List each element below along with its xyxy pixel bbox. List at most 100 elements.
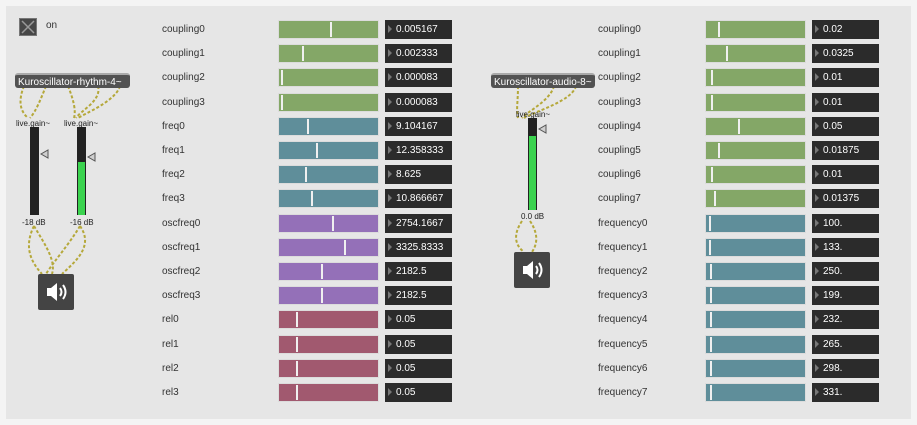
parameter-slider[interactable] (705, 68, 806, 88)
parameter-slider[interactable] (705, 334, 806, 354)
slider-knob[interactable] (711, 167, 713, 183)
slider-knob[interactable] (718, 22, 720, 37)
parameter-slider[interactable] (278, 310, 379, 330)
parameter-slider[interactable] (705, 286, 806, 306)
gain-meter-audio[interactable] (528, 118, 537, 210)
slider-knob[interactable] (714, 191, 716, 207)
slider-knob[interactable] (711, 94, 713, 110)
slider-knob[interactable] (710, 336, 712, 352)
number-box[interactable]: 0.000083 (385, 92, 452, 112)
parameter-slider[interactable] (278, 189, 379, 209)
parameter-slider[interactable] (705, 20, 806, 39)
gain-handle-icon[interactable] (87, 152, 96, 162)
slider-knob[interactable] (718, 143, 720, 158)
slider-knob[interactable] (307, 118, 309, 134)
slider-knob[interactable] (316, 143, 318, 158)
number-box[interactable]: 232. (812, 310, 879, 330)
number-box[interactable]: 0.01375 (812, 189, 879, 209)
parameter-slider[interactable] (278, 92, 379, 112)
parameter-slider[interactable] (705, 116, 806, 136)
dac-button-left[interactable] (38, 274, 74, 310)
number-box[interactable]: 250. (812, 262, 879, 281)
slider-knob[interactable] (711, 70, 713, 86)
number-box[interactable]: 0.05 (385, 310, 452, 330)
slider-knob[interactable] (710, 288, 712, 304)
number-box[interactable]: 0.01 (812, 68, 879, 88)
slider-knob[interactable] (281, 70, 283, 86)
slider-knob[interactable] (321, 264, 323, 279)
number-box[interactable]: 0.05 (385, 358, 452, 378)
number-box[interactable]: 0.05 (812, 116, 879, 136)
slider-knob[interactable] (726, 46, 728, 62)
gain-handle-icon[interactable] (538, 124, 547, 134)
number-box[interactable]: 0.002333 (385, 44, 452, 64)
slider-knob[interactable] (710, 360, 712, 376)
parameter-slider[interactable] (705, 310, 806, 330)
number-box[interactable]: 0.01 (812, 165, 879, 185)
parameter-slider[interactable] (278, 20, 379, 39)
number-box[interactable]: 0.05 (385, 383, 452, 402)
slider-knob[interactable] (738, 118, 740, 134)
number-box[interactable]: 2754.1667 (385, 213, 452, 233)
parameter-slider[interactable] (278, 358, 379, 378)
number-box[interactable]: 0.02 (812, 20, 879, 39)
slider-knob[interactable] (710, 385, 712, 400)
slider-knob[interactable] (296, 312, 298, 328)
slider-knob[interactable] (296, 385, 298, 400)
gain-handle-icon[interactable] (40, 149, 49, 159)
slider-knob[interactable] (710, 264, 712, 279)
parameter-slider[interactable] (705, 44, 806, 64)
number-box[interactable]: 2182.5 (385, 286, 452, 306)
slider-knob[interactable] (296, 336, 298, 352)
number-box[interactable]: 0.01875 (812, 141, 879, 160)
slider-knob[interactable] (311, 191, 313, 207)
dac-button-audio[interactable] (514, 252, 550, 288)
parameter-slider[interactable] (278, 44, 379, 64)
slider-knob[interactable] (302, 46, 304, 62)
number-box[interactable]: 298. (812, 358, 879, 378)
object-box-rhythm[interactable]: Kuroscillator-rhythm-4~ (15, 73, 130, 88)
parameter-slider[interactable] (278, 165, 379, 185)
parameter-slider[interactable] (705, 358, 806, 378)
number-box[interactable]: 100. (812, 213, 879, 233)
parameter-slider[interactable] (705, 92, 806, 112)
parameter-slider[interactable] (278, 68, 379, 88)
gain-meter-left-1[interactable] (30, 127, 39, 215)
slider-knob[interactable] (332, 215, 334, 231)
power-toggle[interactable] (19, 18, 37, 36)
parameter-slider[interactable] (278, 262, 379, 281)
slider-knob[interactable] (709, 239, 711, 255)
parameter-slider[interactable] (278, 334, 379, 354)
parameter-slider[interactable] (705, 383, 806, 402)
number-box[interactable]: 0.0325 (812, 44, 879, 64)
slider-knob[interactable] (281, 94, 283, 110)
slider-knob[interactable] (709, 215, 711, 231)
parameter-slider[interactable] (278, 213, 379, 233)
number-box[interactable]: 9.104167 (385, 116, 452, 136)
number-box[interactable]: 0.000083 (385, 68, 452, 88)
parameter-slider[interactable] (705, 189, 806, 209)
object-box-audio[interactable]: Kuroscillator-audio-8~ (491, 73, 595, 88)
parameter-slider[interactable] (278, 383, 379, 402)
slider-knob[interactable] (344, 239, 346, 255)
parameter-slider[interactable] (705, 237, 806, 257)
parameter-slider[interactable] (705, 213, 806, 233)
parameter-slider[interactable] (705, 141, 806, 160)
number-box[interactable]: 199. (812, 286, 879, 306)
slider-knob[interactable] (710, 312, 712, 328)
parameter-slider[interactable] (705, 262, 806, 281)
number-box[interactable]: 265. (812, 334, 879, 354)
number-box[interactable]: 0.005167 (385, 20, 452, 39)
number-box[interactable]: 8.625 (385, 165, 452, 185)
slider-knob[interactable] (305, 167, 307, 183)
gain-meter-left-2[interactable] (77, 127, 86, 215)
number-box[interactable]: 2182.5 (385, 262, 452, 281)
number-box[interactable]: 12.358333 (385, 141, 452, 160)
number-box[interactable]: 331. (812, 383, 879, 402)
number-box[interactable]: 0.01 (812, 92, 879, 112)
slider-knob[interactable] (321, 288, 323, 304)
parameter-slider[interactable] (278, 237, 379, 257)
parameter-slider[interactable] (278, 286, 379, 306)
number-box[interactable]: 3325.8333 (385, 237, 452, 257)
parameter-slider[interactable] (705, 165, 806, 185)
